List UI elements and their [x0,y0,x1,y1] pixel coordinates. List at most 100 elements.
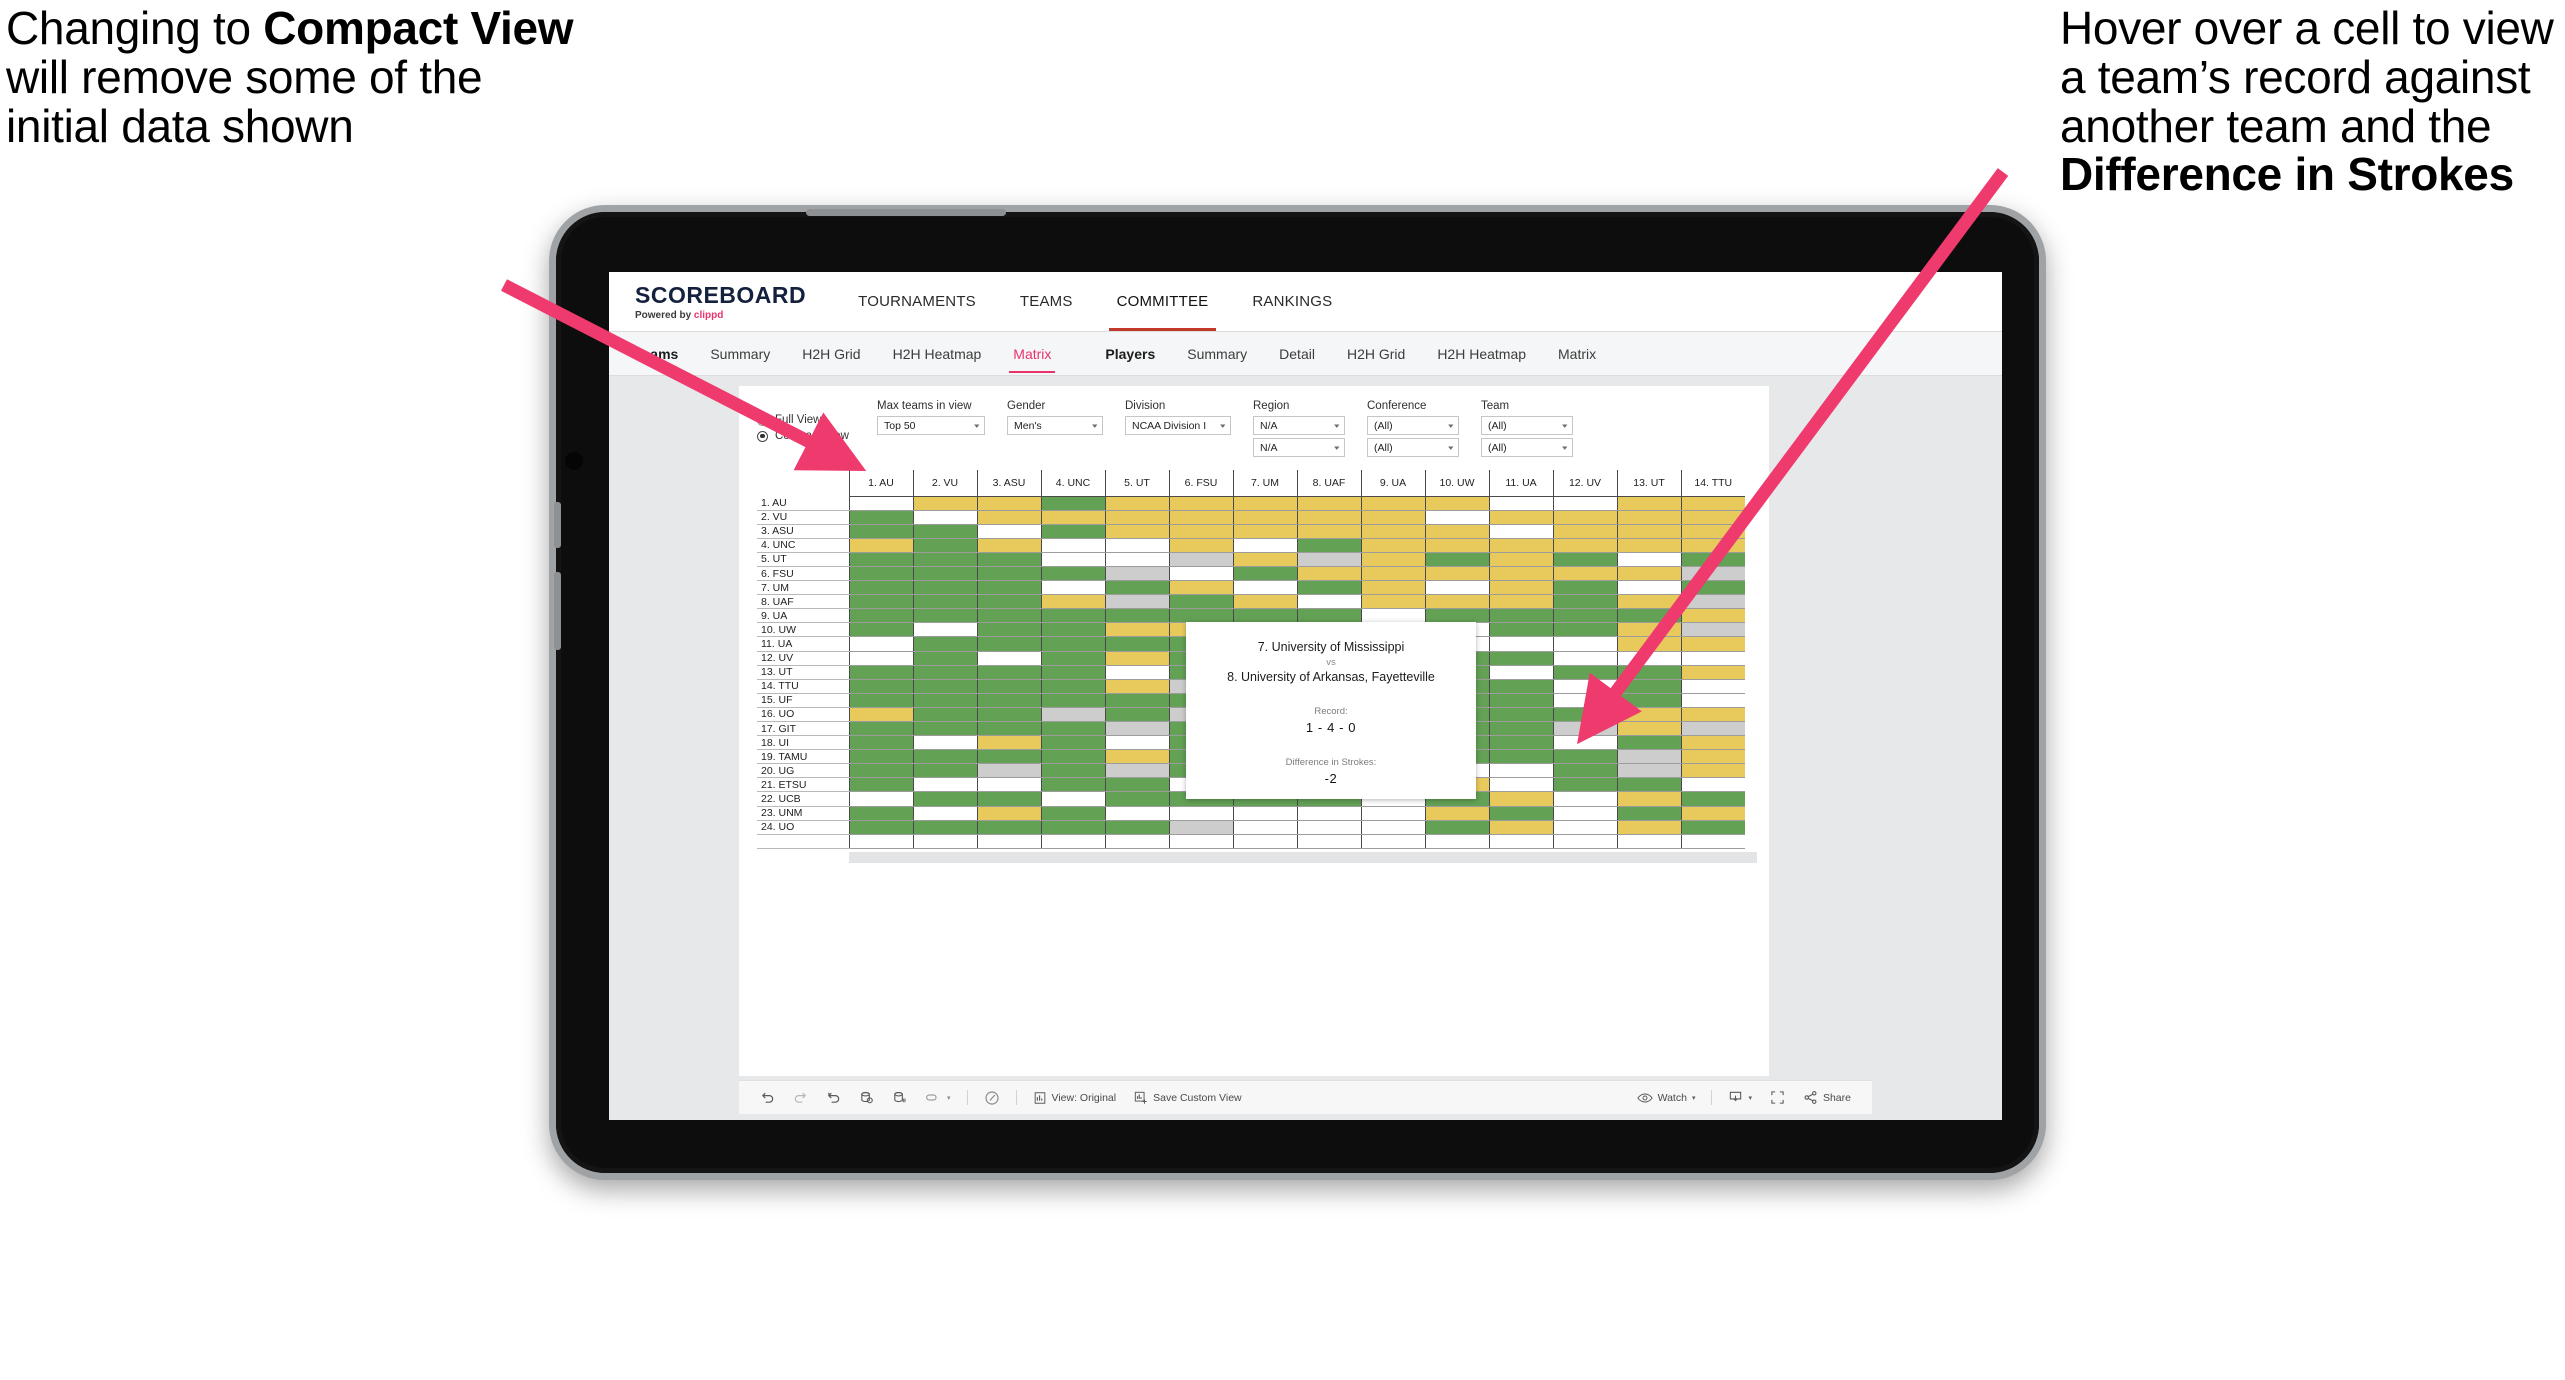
matrix-cell[interactable] [848,693,913,708]
matrix-row-header[interactable]: 1. AU [757,496,849,511]
matrix-cell[interactable] [848,777,913,793]
matrix-row-header[interactable]: 9. UA [757,608,849,624]
matrix-cell[interactable] [848,622,913,638]
matrix-cell[interactable] [1488,665,1553,680]
matrix-cell[interactable] [976,651,1041,666]
matrix-cell[interactable] [1360,566,1425,582]
refresh-data-button[interactable] [850,1090,883,1105]
matrix-cell[interactable] [1616,524,1681,539]
share-button[interactable]: Share [1794,1090,1860,1105]
matrix-cell[interactable] [1296,580,1361,596]
matrix-cell[interactable] [848,665,913,680]
select-region-2[interactable]: N/A ▾ [1253,438,1345,457]
matrix-cell[interactable] [912,651,977,666]
matrix-cell[interactable] [1104,524,1169,539]
matrix-cell[interactable] [1552,524,1617,539]
matrix-cell[interactable] [1040,496,1105,511]
pause-auto-update-button[interactable] [883,1090,916,1105]
matrix-cell[interactable] [1680,566,1745,582]
matrix-cell[interactable] [1040,777,1105,793]
tab-teams-matrix[interactable]: Matrix [997,346,1067,373]
matrix-cell[interactable] [1104,580,1169,596]
matrix-cell[interactable] [1040,735,1105,751]
matrix-cell[interactable] [976,622,1041,638]
matrix-cell[interactable] [1552,735,1617,751]
matrix-cell[interactable] [1616,608,1681,624]
matrix-cell[interactable] [1104,820,1169,835]
matrix-cell[interactable] [912,721,977,737]
matrix-row-header[interactable]: 18. UI [757,735,849,751]
matrix-row-header[interactable]: 14. TTU [757,679,849,694]
matrix-cell[interactable] [1360,608,1425,624]
matrix-cell[interactable] [912,820,977,835]
matrix-cell[interactable] [976,721,1041,737]
highlight-button[interactable]: ▾ [916,1090,960,1105]
select-division[interactable]: NCAA Division I ▾ [1125,416,1231,435]
matrix-cell[interactable] [1040,538,1105,553]
matrix-cell[interactable] [1424,806,1489,821]
matrix-cell[interactable] [1360,510,1425,525]
matrix-cell[interactable] [1552,636,1617,652]
matrix-cell[interactable] [848,679,913,694]
matrix-cell[interactable] [1360,524,1425,539]
matrix-cell[interactable] [976,552,1041,567]
matrix-cell[interactable] [1488,538,1553,553]
tablet-power-button[interactable] [554,572,561,650]
matrix-cell[interactable] [1552,749,1617,765]
matrix-cell[interactable] [1488,566,1553,582]
matrix-cell[interactable] [912,496,977,511]
matrix-cell[interactable] [912,524,977,539]
matrix-cell[interactable] [1040,693,1105,708]
matrix-cell[interactable] [1488,735,1553,751]
matrix-row-header[interactable]: 15. UF [757,693,849,708]
matrix-cell[interactable] [1424,524,1489,539]
matrix-cell[interactable] [1168,496,1233,511]
matrix-cell[interactable] [1104,763,1169,779]
matrix-cell[interactable] [1552,510,1617,525]
matrix-cell[interactable] [1552,834,1617,849]
matrix-cell[interactable] [1296,510,1361,525]
matrix-cell[interactable] [1680,622,1745,638]
matrix-cell[interactable] [1488,622,1553,638]
matrix-cell[interactable] [976,594,1041,610]
matrix-cell[interactable] [848,580,913,596]
matrix-cell[interactable] [1488,651,1553,666]
matrix-cell[interactable] [1360,834,1425,849]
matrix-cell[interactable] [976,665,1041,680]
matrix-cell[interactable] [1040,749,1105,765]
matrix-cell[interactable] [976,777,1041,793]
matrix-cell[interactable] [1168,538,1233,553]
matrix-cell[interactable] [1168,608,1233,624]
matrix-cell[interactable] [912,552,977,567]
matrix-cell[interactable] [1552,608,1617,624]
matrix-cell[interactable] [1104,707,1169,723]
matrix-cell[interactable] [1680,524,1745,539]
matrix-cell[interactable] [1488,763,1553,779]
matrix-cell[interactable] [1040,721,1105,737]
matrix-cell[interactable] [1488,791,1553,807]
matrix-cell[interactable] [1552,679,1617,694]
matrix-cell[interactable] [1552,707,1617,723]
matrix-cell[interactable] [1040,820,1105,835]
topnav-committee[interactable]: COMMITTEE [1095,272,1231,331]
matrix-cell[interactable] [848,608,913,624]
matrix-cell[interactable] [912,665,977,680]
matrix-cell[interactable] [1552,552,1617,567]
matrix-cell[interactable] [1616,510,1681,525]
matrix-cell[interactable] [1168,806,1233,821]
matrix-cell[interactable] [1360,594,1425,610]
matrix-cell[interactable] [912,693,977,708]
matrix-cell[interactable] [1232,566,1297,582]
matrix-cell[interactable] [1104,496,1169,511]
matrix-cell[interactable] [848,510,913,525]
matrix-cell[interactable] [1296,806,1361,821]
matrix-cell[interactable] [976,580,1041,596]
matrix-cell[interactable] [976,636,1041,652]
matrix-cell[interactable] [1168,524,1233,539]
matrix-col-header[interactable]: 14. TTU [1680,470,1745,497]
select-team-2[interactable]: (All) ▾ [1481,438,1573,457]
matrix-cell[interactable] [1104,538,1169,553]
matrix-cell[interactable] [848,552,913,567]
matrix-cell[interactable] [1680,707,1745,723]
matrix-cell[interactable] [976,834,1041,849]
